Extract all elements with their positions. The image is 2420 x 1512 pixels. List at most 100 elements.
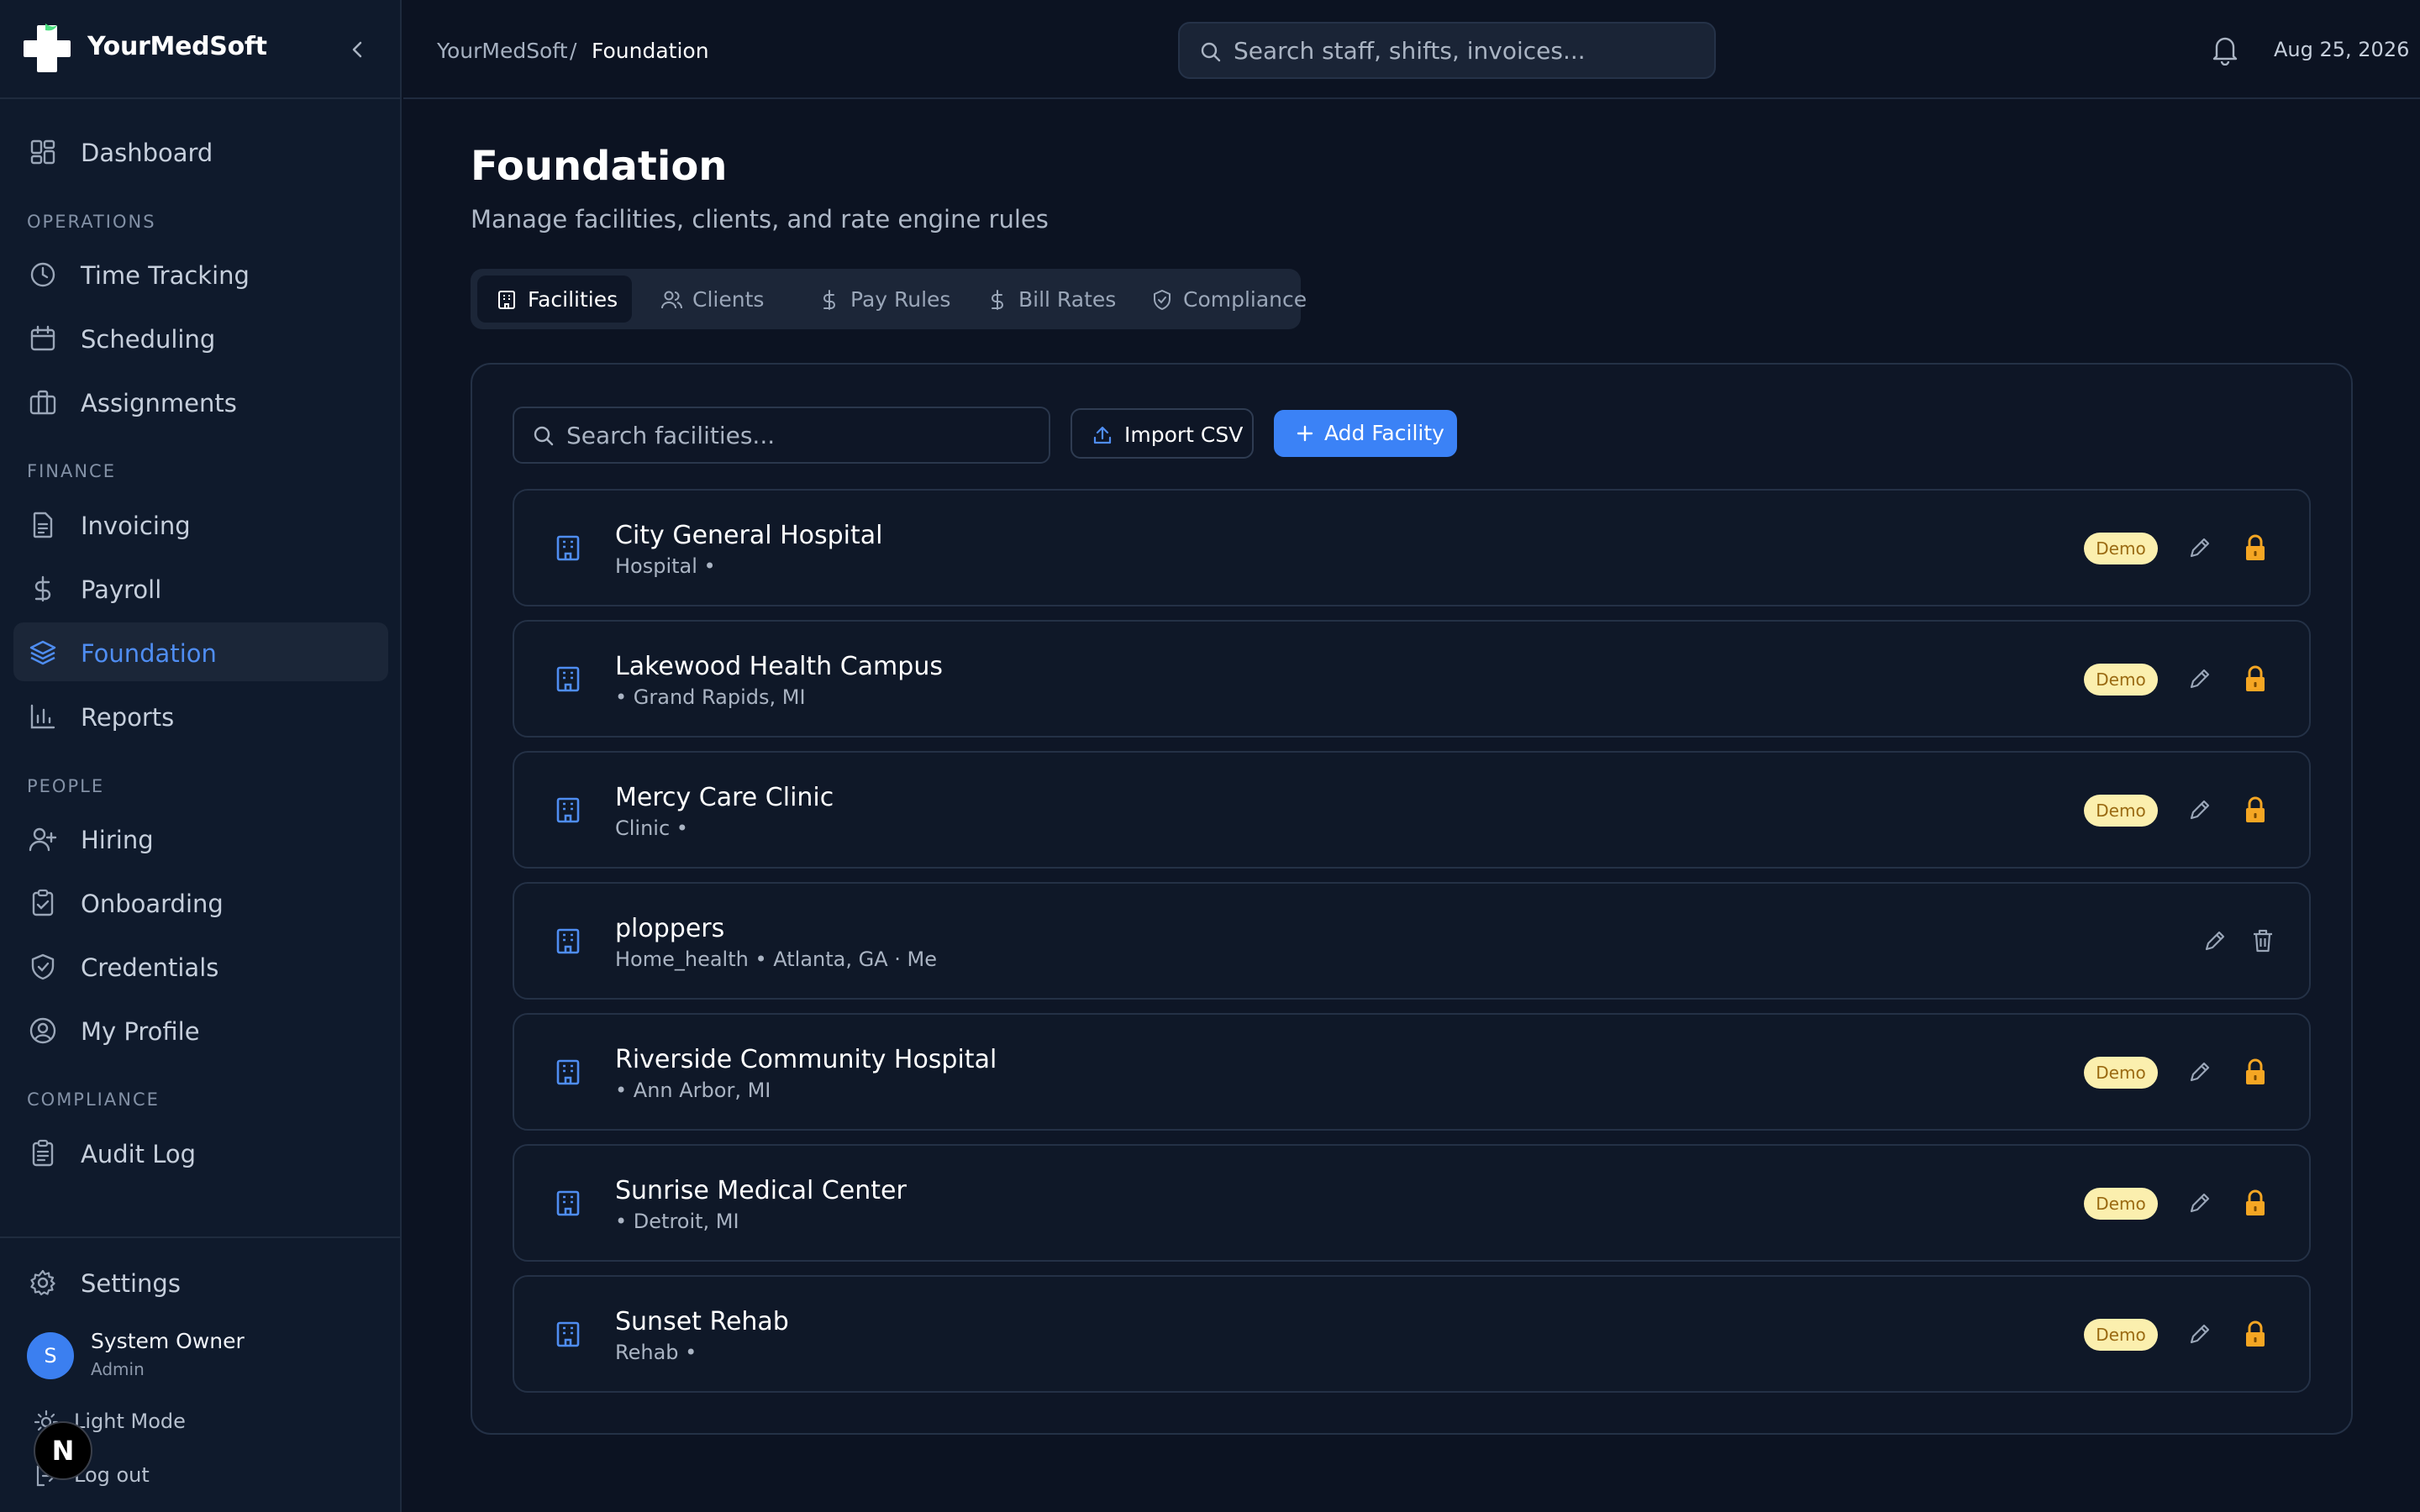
global-search-input[interactable]	[1234, 34, 1704, 67]
tab-clients[interactable]: Clients	[642, 276, 793, 323]
building-icon	[556, 1190, 580, 1216]
pencil-icon[interactable]	[2186, 1320, 2213, 1347]
facility-row[interactable]: Lakewood Health Campus • Grand Rapids, M…	[513, 620, 2311, 738]
search-icon	[534, 426, 554, 446]
sidebar-item-label: Time Tracking	[81, 261, 250, 290]
lock-icon[interactable]	[2242, 664, 2269, 694]
tab-label: Clients	[692, 287, 765, 312]
pencil-icon[interactable]	[2202, 927, 2228, 954]
sidebar-item-foundation[interactable]: Foundation	[13, 622, 388, 681]
sidebar-item-onboarding[interactable]: Onboarding	[13, 873, 388, 932]
users-icon	[661, 291, 682, 309]
sidebar-item-assignments[interactable]: Assignments	[13, 372, 388, 431]
breadcrumb-separator: /	[570, 39, 577, 63]
sidebar-item-label: Hiring	[81, 826, 154, 854]
user-plus-icon	[29, 827, 57, 852]
sidebar-item-label: Audit Log	[81, 1140, 197, 1168]
sidebar-item-audit-log[interactable]: Audit Log	[13, 1123, 388, 1182]
pencil-icon[interactable]	[2186, 1189, 2213, 1216]
facility-meta: Hospital •	[615, 554, 716, 578]
sidebar-item-hiring[interactable]: Hiring	[13, 809, 388, 868]
lock-icon[interactable]	[2242, 1319, 2269, 1349]
breadcrumb-current: Foundation	[592, 39, 709, 63]
lock-icon[interactable]	[2242, 1188, 2269, 1218]
facility-list: City General Hospital Hospital • Demo La…	[513, 489, 2312, 1406]
sidebar-item-time-tracking[interactable]: Time Tracking	[13, 244, 388, 303]
facility-row[interactable]: Sunset Rehab Rehab • Demo	[513, 1275, 2311, 1393]
facility-name: Sunset Rehab	[615, 1307, 789, 1336]
lock-icon[interactable]	[2242, 1057, 2269, 1087]
pencil-icon[interactable]	[2186, 796, 2213, 823]
tab-compliance[interactable]: Compliance	[1133, 276, 1307, 323]
add-facility-label: Add Facility	[1324, 421, 1444, 445]
facility-search[interactable]	[513, 407, 1050, 464]
sidebar-item-my-profile[interactable]: My Profile	[13, 1000, 388, 1059]
building-icon	[556, 797, 580, 823]
tab-facilities[interactable]: Facilities	[477, 276, 632, 323]
pencil-icon[interactable]	[2186, 665, 2213, 692]
bell-icon[interactable]	[2210, 34, 2240, 66]
tab-pay-rules[interactable]: Pay Rules	[800, 276, 968, 323]
section-people: PEOPLE	[27, 776, 105, 796]
calendar-icon	[30, 325, 55, 351]
sidebar-item-payroll[interactable]: Payroll	[13, 559, 388, 617]
chevron-left-icon[interactable]	[345, 37, 370, 62]
light-mode-label: Light Mode	[74, 1410, 186, 1433]
sidebar: YourMedSoft Dashboard OPERATIONS Time Tr…	[0, 0, 402, 1512]
pencil-icon[interactable]	[2186, 1058, 2213, 1085]
sidebar-item-invoicing[interactable]: Invoicing	[13, 495, 388, 554]
search-icon	[1201, 42, 1221, 62]
facility-row[interactable]: Sunrise Medical Center • Detroit, MI Dem…	[513, 1144, 2311, 1262]
clock-icon	[30, 262, 55, 287]
demo-badge: Demo	[2084, 1057, 2158, 1089]
import-csv-button[interactable]: Import CSV	[1071, 408, 1254, 459]
pencil-icon[interactable]	[2186, 534, 2213, 561]
building-icon	[556, 928, 580, 954]
section-operations: OPERATIONS	[27, 212, 156, 232]
sidebar-item-dashboard[interactable]: Dashboard	[13, 122, 388, 181]
page-title: Foundation	[471, 143, 728, 190]
sidebar-item-label: Payroll	[81, 575, 162, 604]
plus-icon	[1297, 425, 1313, 442]
topbar: YourMedSoft / Foundation Aug 25, 2026	[403, 0, 2420, 99]
facility-meta: • Detroit, MI	[615, 1210, 739, 1233]
facility-row[interactable]: City General Hospital Hospital • Demo	[513, 489, 2311, 606]
facility-name: ploppers	[615, 914, 725, 943]
facility-search-input[interactable]	[566, 418, 1037, 452]
dollar-icon	[34, 575, 51, 602]
facility-name: Mercy Care Clinic	[615, 783, 834, 812]
global-search[interactable]	[1178, 22, 1716, 79]
building-icon	[498, 291, 515, 309]
sidebar-item-label: Assignments	[81, 389, 237, 417]
building-icon	[556, 1321, 580, 1347]
facility-row[interactable]: ploppers Home_health • Atlanta, GA · Me	[513, 882, 2311, 1000]
sidebar-item-credentials[interactable]: Credentials	[13, 937, 388, 995]
facility-row[interactable]: Mercy Care Clinic Clinic • Demo	[513, 751, 2311, 869]
trash-icon[interactable]	[2250, 927, 2275, 954]
app-name: YourMedSoft	[87, 32, 267, 61]
facilities-panel: Import CSV Add Facility City General Hos…	[471, 363, 2353, 1435]
layers-icon	[29, 640, 56, 665]
section-compliance: COMPLIANCE	[27, 1089, 160, 1110]
briefcase-icon	[29, 390, 56, 415]
lock-icon[interactable]	[2242, 533, 2269, 563]
lock-icon[interactable]	[2242, 795, 2269, 825]
dev-indicator-badge[interactable]: N	[34, 1421, 92, 1480]
facility-meta: Clinic •	[615, 816, 688, 840]
facility-row[interactable]: Riverside Community Hospital • Ann Arbor…	[513, 1013, 2311, 1131]
sidebar-item-settings[interactable]: Settings	[13, 1252, 388, 1311]
tab-bill-rates[interactable]: Bill Rates	[968, 276, 1136, 323]
avatar[interactable]: S	[27, 1332, 74, 1379]
clipboard-list-icon	[32, 1139, 54, 1167]
sidebar-item-scheduling[interactable]: Scheduling	[13, 308, 388, 367]
sidebar-item-label: Dashboard	[81, 139, 213, 167]
sidebar-item-reports[interactable]: Reports	[13, 686, 388, 745]
breadcrumb-root[interactable]: YourMedSoft	[437, 39, 568, 63]
facility-name: Sunrise Medical Center	[615, 1176, 907, 1205]
add-facility-button[interactable]: Add Facility	[1274, 410, 1457, 457]
page-subtitle: Manage facilities, clients, and rate eng…	[471, 205, 1049, 234]
upload-icon	[1093, 426, 1112, 444]
shield-check-icon	[1154, 290, 1171, 310]
tab-label: Pay Rules	[850, 287, 951, 312]
gear-icon	[30, 1269, 55, 1296]
